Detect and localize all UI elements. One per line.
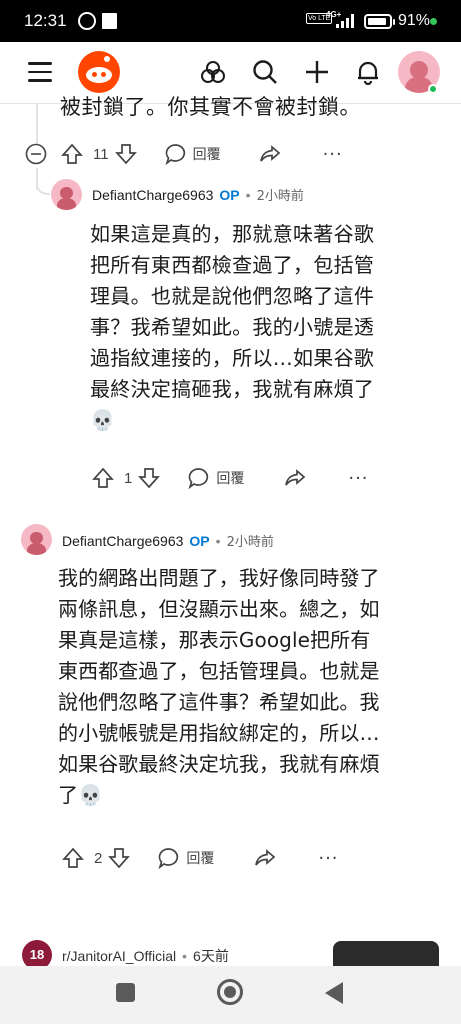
comment-body: 我的網路出問題了，我好像同時發了 兩條訊息，但沒顯示出來。總之，如 果真是這樣，… bbox=[58, 563, 443, 811]
comment-line: 果真是這樣，那表示Google把所有 bbox=[58, 628, 371, 652]
comment-time: 2小時前 bbox=[226, 535, 274, 550]
app-notification-icon bbox=[78, 12, 96, 30]
signal-icon bbox=[336, 14, 354, 28]
downvote-icon[interactable] bbox=[138, 467, 161, 489]
system-nav-bar bbox=[0, 966, 461, 1024]
comment-line: 如果谷歌最終決定坑我，我就有麻煩 bbox=[58, 752, 380, 776]
home-icon[interactable] bbox=[217, 979, 243, 1005]
comment-line: 兩條訊息，但沒顯示出來。總之，如 bbox=[58, 597, 380, 621]
post-time: 6天前 bbox=[193, 948, 229, 964]
comment-line: 最終決定搞砸我，我就有麻煩了 bbox=[90, 377, 375, 401]
share-icon[interactable] bbox=[259, 143, 281, 165]
op-badge: OP bbox=[219, 186, 240, 203]
upvote-icon[interactable] bbox=[61, 143, 83, 165]
username[interactable]: DefiantCharge6963 bbox=[92, 187, 213, 203]
online-status-dot bbox=[428, 84, 438, 94]
share-icon[interactable] bbox=[254, 847, 276, 869]
comment-body: 如果這是真的，那就意味著谷歌 把所有東西都檢查過了，包括管 理員。也就是說他們忽… bbox=[90, 219, 430, 436]
comment-line: 東西都查過了，包括管理員。也就是 bbox=[58, 659, 380, 683]
reply-label[interactable]: 回覆 bbox=[193, 144, 221, 164]
upvote-count: 11 bbox=[93, 145, 109, 163]
privacy-indicator-dot bbox=[430, 18, 437, 25]
notifications-icon[interactable] bbox=[354, 58, 382, 86]
thread-line bbox=[36, 104, 38, 144]
search-icon[interactable] bbox=[251, 58, 279, 86]
comment-time: 2小時前 bbox=[256, 189, 304, 204]
comment-meta: DefiantCharge6963 OP • 2小時前 bbox=[62, 531, 274, 551]
recent-apps-icon[interactable] bbox=[116, 983, 135, 1002]
avatar[interactable] bbox=[21, 524, 52, 555]
upvote-icon[interactable] bbox=[62, 847, 84, 869]
comment-line: 理員。也就是說他們忽略了這件 bbox=[90, 284, 375, 308]
comment-actions: 2 回覆 ··· bbox=[62, 843, 339, 873]
create-icon[interactable] bbox=[303, 58, 331, 86]
more-options-icon[interactable]: ··· bbox=[323, 144, 343, 165]
status-bar: 12:31 Vo LTE 4G+ 91% bbox=[0, 0, 461, 42]
username[interactable]: DefiantCharge6963 bbox=[62, 533, 183, 549]
comment-line: 把所有東西都檢查過了，包括管 bbox=[90, 253, 375, 277]
upvote-icon[interactable] bbox=[92, 467, 114, 489]
comment-line: 💀 bbox=[90, 408, 116, 432]
separator: • bbox=[182, 948, 188, 964]
reddit-logo[interactable] bbox=[78, 51, 120, 93]
avatar[interactable] bbox=[51, 179, 82, 210]
more-options-icon[interactable]: ··· bbox=[318, 848, 338, 869]
gallery-notification-icon bbox=[102, 13, 117, 29]
battery-icon bbox=[364, 14, 395, 29]
reply-icon[interactable] bbox=[188, 467, 210, 489]
back-icon[interactable] bbox=[325, 982, 343, 1004]
battery-percent: 91% bbox=[398, 12, 431, 29]
reply-icon[interactable] bbox=[165, 143, 187, 165]
separator: • bbox=[215, 532, 221, 549]
downvote-icon[interactable] bbox=[108, 847, 131, 869]
comment-line: 了💀 bbox=[58, 783, 104, 807]
comment-body-cut: 被封鎖了。你其實不會被封鎖。 bbox=[60, 95, 361, 119]
collapse-icon[interactable] bbox=[25, 143, 47, 165]
comment-line: 說他們忽略了這件事？希望如此。我 bbox=[58, 690, 380, 714]
reply-icon[interactable] bbox=[158, 847, 180, 869]
comment-meta: DefiantCharge6963 OP • 2小時前 bbox=[92, 185, 304, 205]
separator: • bbox=[245, 186, 251, 203]
reply-label[interactable]: 回覆 bbox=[216, 468, 244, 488]
comment-line: 過指紋連接的，所以…如果谷歌 bbox=[90, 346, 375, 370]
status-time: 12:31 bbox=[24, 11, 67, 30]
comment-actions: 1 回覆 ··· bbox=[92, 463, 369, 493]
comment-line: 我的網路出問題了，我好像同時發了 bbox=[58, 566, 380, 590]
comment-line: 如果這是真的，那就意味著谷歌 bbox=[90, 222, 375, 246]
comment-line: 事？我希望如此。我的小號是透 bbox=[90, 315, 375, 339]
post-meta: r/JanitorAI_Official • 6天前 bbox=[62, 946, 229, 966]
communities-icon[interactable] bbox=[199, 58, 227, 86]
op-badge: OP bbox=[189, 532, 210, 549]
share-icon[interactable] bbox=[284, 467, 306, 489]
more-options-icon[interactable]: ··· bbox=[348, 468, 368, 489]
subreddit-name[interactable]: r/JanitorAI_Official bbox=[62, 948, 176, 964]
upvote-count: 2 bbox=[94, 849, 103, 867]
upvote-count: 1 bbox=[124, 469, 133, 487]
parent-comment-actions: 11 回覆 ··· bbox=[25, 139, 343, 169]
reply-label[interactable]: 回覆 bbox=[186, 848, 214, 868]
comment-line: 的小號帳號是用指紋綁定的，所以… bbox=[58, 721, 380, 745]
downvote-icon[interactable] bbox=[114, 143, 137, 165]
menu-icon[interactable] bbox=[28, 62, 52, 82]
